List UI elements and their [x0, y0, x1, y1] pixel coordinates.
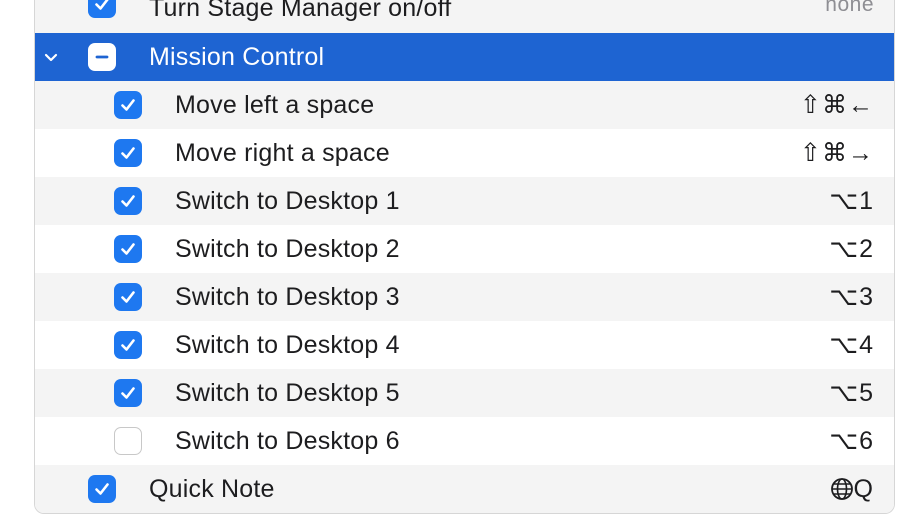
- checkbox-mission-control[interactable]: [88, 43, 116, 71]
- shortcut-keys[interactable]: ⌥4: [829, 330, 874, 360]
- shortcut-row-move-left[interactable]: Move left a space ⇧⌘←: [35, 81, 894, 129]
- shortcut-keys[interactable]: Q: [830, 475, 874, 504]
- checkbox-desktop-3[interactable]: [114, 283, 142, 311]
- shortcut-row-desktop-4[interactable]: Switch to Desktop 4 ⌥4: [35, 321, 894, 369]
- checkbox-stage-manager[interactable]: [88, 0, 116, 18]
- shortcut-group-mission-control[interactable]: Mission Control: [35, 33, 894, 81]
- checkbox-move-left[interactable]: [114, 91, 142, 119]
- shortcut-label: Switch to Desktop 4: [175, 330, 400, 359]
- checkbox-desktop-4[interactable]: [114, 331, 142, 359]
- shortcut-label: Turn Stage Manager on/off: [149, 0, 452, 22]
- checkmark-icon: [121, 387, 135, 399]
- shortcut-row-desktop-6[interactable]: Switch to Desktop 6 ⌥6: [35, 417, 894, 465]
- globe-icon: [830, 477, 853, 500]
- checkbox-move-right[interactable]: [114, 139, 142, 167]
- shortcut-key-letter: Q: [853, 474, 874, 503]
- checkmark-icon: [95, 483, 109, 495]
- shortcut-label: Move right a space: [175, 138, 390, 167]
- checkbox-desktop-1[interactable]: [114, 187, 142, 215]
- shortcut-keys[interactable]: none: [825, 0, 874, 17]
- shortcut-row-quick-note[interactable]: Quick Note Q: [35, 465, 894, 513]
- shortcut-label: Switch to Desktop 3: [175, 282, 400, 311]
- shortcut-keys[interactable]: ⌥2: [829, 234, 874, 264]
- shortcut-label: Switch to Desktop 2: [175, 234, 400, 263]
- shortcuts-list: Turn Stage Manager on/off none Mission C…: [34, 0, 895, 514]
- checkmark-icon: [121, 195, 135, 207]
- shortcut-label: Switch to Desktop 1: [175, 186, 400, 215]
- shortcut-label: Quick Note: [149, 474, 275, 503]
- checkbox-desktop-2[interactable]: [114, 235, 142, 263]
- shortcut-row-desktop-2[interactable]: Switch to Desktop 2 ⌥2: [35, 225, 894, 273]
- shortcut-keys[interactable]: ⌥3: [829, 282, 874, 312]
- checkbox-desktop-5[interactable]: [114, 379, 142, 407]
- checkbox-quick-note[interactable]: [88, 475, 116, 503]
- checkmark-icon: [121, 99, 135, 111]
- shortcut-row-desktop-3[interactable]: Switch to Desktop 3 ⌥3: [35, 273, 894, 321]
- group-label: Mission Control: [149, 42, 325, 71]
- checkbox-desktop-6[interactable]: [114, 427, 142, 455]
- checkmark-icon: [121, 147, 135, 159]
- shortcut-row-stage-manager[interactable]: Turn Stage Manager on/off none: [35, 0, 894, 33]
- shortcut-label: Switch to Desktop 6: [175, 426, 400, 455]
- shortcut-row-move-right[interactable]: Move right a space ⇧⌘→: [35, 129, 894, 177]
- chevron-down-icon[interactable]: [39, 45, 63, 69]
- shortcut-keys[interactable]: ⌥1: [829, 186, 874, 216]
- minus-icon: [95, 55, 109, 59]
- shortcut-keys[interactable]: ⌥5: [829, 378, 874, 408]
- checkmark-icon: [121, 291, 135, 303]
- shortcut-label: Switch to Desktop 5: [175, 378, 400, 407]
- shortcut-keys[interactable]: ⇧⌘←: [800, 90, 874, 120]
- checkmark-icon: [95, 0, 109, 10]
- shortcut-row-desktop-1[interactable]: Switch to Desktop 1 ⌥1: [35, 177, 894, 225]
- shortcut-keys[interactable]: ⌥6: [829, 426, 874, 456]
- checkmark-icon: [121, 339, 135, 351]
- shortcut-keys[interactable]: ⇧⌘→: [800, 138, 874, 168]
- checkmark-icon: [121, 243, 135, 255]
- shortcut-label: Move left a space: [175, 90, 375, 119]
- shortcut-row-desktop-5[interactable]: Switch to Desktop 5 ⌥5: [35, 369, 894, 417]
